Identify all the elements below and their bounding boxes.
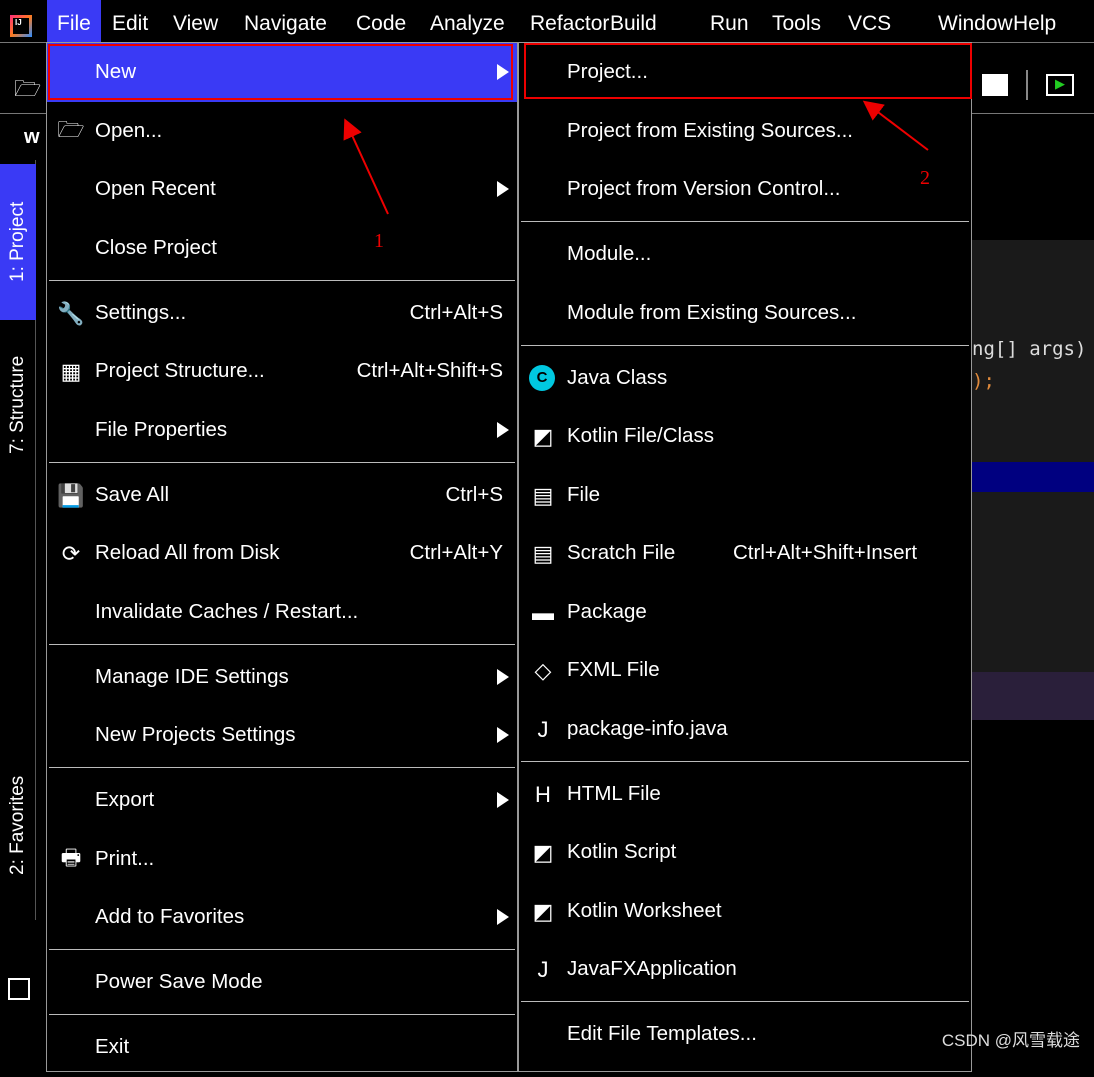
arrow-1 <box>343 118 389 215</box>
annotation-arrows <box>343 100 929 215</box>
watermark: CSDN @风雪载途 <box>941 1031 1080 1050</box>
annotation-label-1: 1 <box>374 230 384 252</box>
arrow-2 <box>862 100 929 151</box>
annotation-label-2: 2 <box>920 167 930 189</box>
